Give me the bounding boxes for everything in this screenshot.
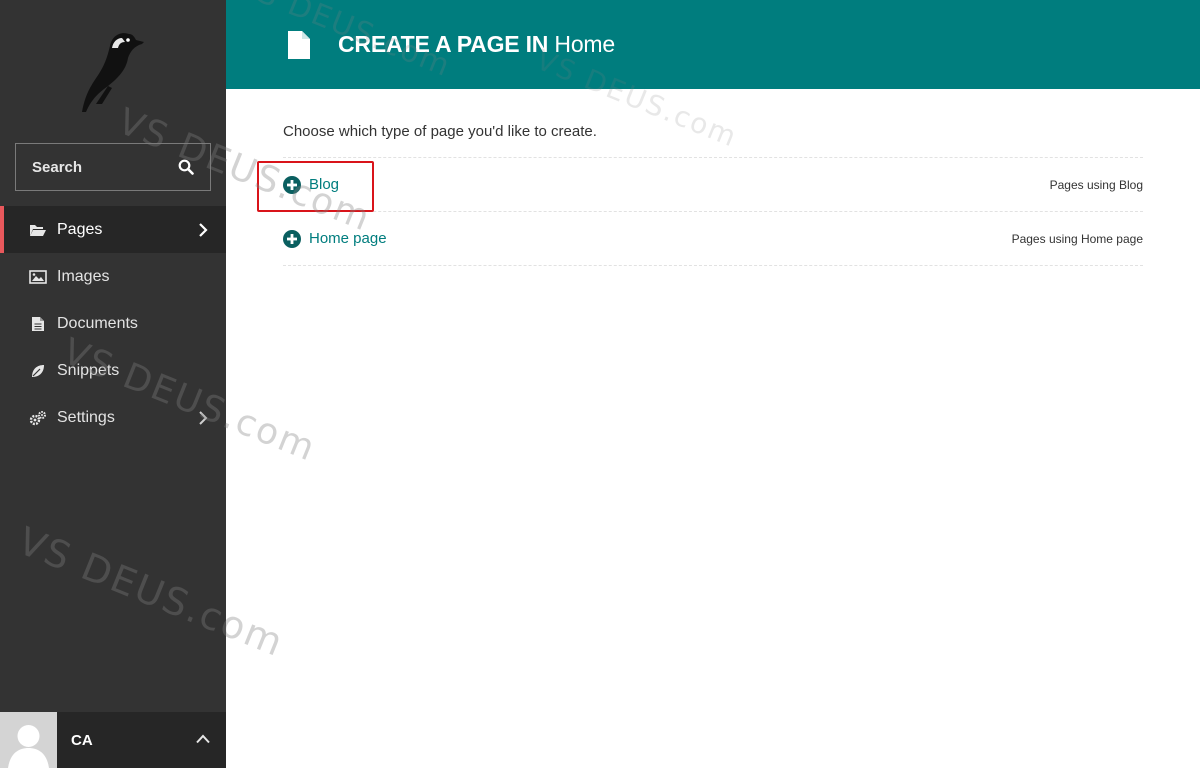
menu-item-images[interactable]: Images bbox=[0, 253, 226, 300]
document-icon bbox=[29, 316, 47, 332]
menu-item-pages[interactable]: Pages bbox=[0, 206, 226, 253]
plus-circle-icon bbox=[283, 175, 301, 194]
page-type-blog-link[interactable]: Blog bbox=[283, 175, 340, 194]
page-type-home-page-link[interactable]: Home page bbox=[283, 229, 387, 248]
pages-using-blog-link[interactable]: Pages using Blog bbox=[1050, 178, 1143, 192]
leaf-icon bbox=[29, 363, 47, 379]
chevron-up-icon[interactable] bbox=[196, 734, 210, 744]
main-menu: Pages Images Documents Snippets Settings bbox=[0, 206, 226, 441]
avatar bbox=[0, 712, 57, 768]
chevron-right-icon bbox=[199, 410, 208, 425]
page-title-parent: Home bbox=[554, 31, 615, 57]
page-type-row: Home page Pages using Home page bbox=[283, 212, 1143, 266]
menu-label: Settings bbox=[57, 408, 115, 426]
search-icon bbox=[178, 159, 194, 175]
account-menu[interactable]: CA bbox=[0, 712, 226, 768]
page-type-label: Blog bbox=[309, 176, 340, 193]
page-type-row: Blog Pages using Blog bbox=[283, 158, 1143, 212]
wagtail-logo[interactable] bbox=[72, 26, 152, 116]
pages-using-home-page-link[interactable]: Pages using Home page bbox=[1012, 232, 1143, 246]
cogs-icon bbox=[29, 410, 47, 426]
account-initials: CA bbox=[71, 731, 93, 749]
folder-open-icon bbox=[29, 222, 47, 238]
menu-item-snippets[interactable]: Snippets bbox=[0, 347, 226, 394]
plus-circle-icon bbox=[283, 229, 301, 248]
search-button[interactable]: Search bbox=[15, 143, 211, 191]
menu-item-documents[interactable]: Documents bbox=[0, 300, 226, 347]
page-type-label: Home page bbox=[309, 230, 387, 247]
page-title-main: CREATE A PAGE IN bbox=[338, 31, 549, 57]
page-type-list: Blog Pages using Blog Home page Pages us… bbox=[283, 157, 1143, 266]
image-icon bbox=[29, 269, 47, 285]
main-content: Choose which type of page you'd like to … bbox=[283, 89, 1143, 266]
intro-text: Choose which type of page you'd like to … bbox=[283, 123, 597, 140]
page-title: CREATE A PAGE IN Home bbox=[338, 31, 615, 58]
page-header: CREATE A PAGE IN Home bbox=[226, 0, 1200, 89]
menu-label: Pages bbox=[57, 220, 103, 238]
menu-label: Images bbox=[57, 267, 110, 285]
menu-label: Snippets bbox=[57, 361, 120, 379]
sidebar: Search Pages Images Documents Snippets S… bbox=[0, 0, 226, 768]
menu-label: Documents bbox=[57, 314, 138, 332]
menu-item-settings[interactable]: Settings bbox=[0, 394, 226, 441]
document-icon bbox=[288, 30, 310, 59]
search-label: Search bbox=[32, 158, 83, 176]
chevron-right-icon bbox=[199, 222, 208, 237]
